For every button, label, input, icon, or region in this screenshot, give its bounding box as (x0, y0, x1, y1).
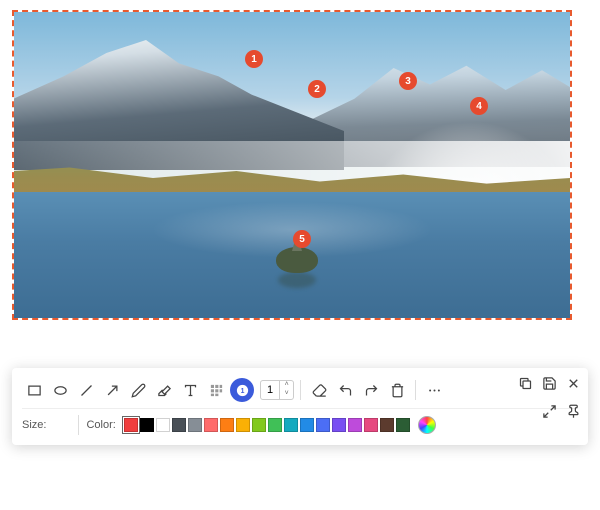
color-swatch[interactable] (380, 418, 394, 432)
divider (300, 380, 301, 400)
annotation-marker[interactable]: 2 (308, 80, 326, 98)
annotation-marker[interactable]: 1 (245, 50, 263, 68)
divider (78, 415, 79, 435)
style-row: Size: Color: (22, 409, 578, 435)
close-button[interactable] (562, 372, 584, 394)
spinner-up[interactable]: ˄ (280, 381, 293, 390)
spinner-down[interactable]: ˅ (280, 390, 293, 399)
color-swatch[interactable] (156, 418, 170, 432)
undo-button[interactable] (333, 378, 357, 402)
annotation-marker[interactable]: 4 (470, 97, 488, 115)
color-swatch[interactable] (300, 418, 314, 432)
size-label: Size: (22, 419, 46, 431)
color-picker-button[interactable] (418, 416, 436, 434)
annotation-toolbar: 1 1 ˄˅ Size: Color: (12, 368, 588, 445)
tool-row: 1 1 ˄˅ (22, 376, 578, 409)
divider (415, 380, 416, 400)
counter-tool[interactable]: 1 (230, 378, 254, 402)
svg-text:1: 1 (240, 388, 244, 395)
counter-value: 1 (261, 384, 279, 396)
arrow-tool[interactable] (100, 378, 124, 402)
fullscreen-button[interactable] (538, 400, 560, 422)
eraser-tool[interactable] (307, 378, 331, 402)
ellipse-tool[interactable] (48, 378, 72, 402)
counter-spinner[interactable]: 1 ˄˅ (260, 380, 294, 400)
color-swatch[interactable] (236, 418, 250, 432)
more-button[interactable] (422, 378, 446, 402)
copy-button[interactable] (514, 372, 536, 394)
captured-image (14, 12, 570, 318)
pencil-tool[interactable] (126, 378, 150, 402)
color-swatch[interactable] (268, 418, 282, 432)
color-swatch[interactable] (284, 418, 298, 432)
pin-button[interactable] (562, 400, 584, 422)
color-swatch[interactable] (396, 418, 410, 432)
color-label: Color: (86, 419, 115, 431)
color-swatch[interactable] (252, 418, 266, 432)
color-swatch[interactable] (140, 418, 154, 432)
annotation-marker[interactable]: 5 (293, 230, 311, 248)
selection-canvas[interactable]: 1 2 3 4 5 (12, 10, 572, 320)
redo-button[interactable] (359, 378, 383, 402)
color-swatch[interactable] (124, 418, 138, 432)
color-swatch[interactable] (348, 418, 362, 432)
color-swatch[interactable] (364, 418, 378, 432)
color-swatch[interactable] (172, 418, 186, 432)
color-swatch[interactable] (204, 418, 218, 432)
delete-button[interactable] (385, 378, 409, 402)
color-swatch[interactable] (188, 418, 202, 432)
color-swatch[interactable] (316, 418, 330, 432)
color-swatch[interactable] (220, 418, 234, 432)
annotation-marker[interactable]: 3 (399, 72, 417, 90)
mosaic-tool[interactable] (204, 378, 228, 402)
color-swatch[interactable] (332, 418, 346, 432)
rectangle-tool[interactable] (22, 378, 46, 402)
line-tool[interactable] (74, 378, 98, 402)
text-tool[interactable] (178, 378, 202, 402)
save-button[interactable] (538, 372, 560, 394)
highlighter-tool[interactable] (152, 378, 176, 402)
